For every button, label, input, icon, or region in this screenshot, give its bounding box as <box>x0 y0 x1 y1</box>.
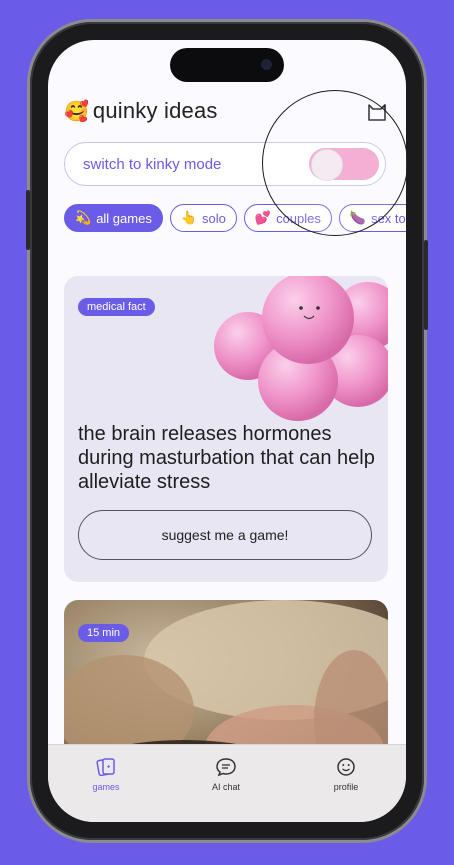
chip-solo[interactable]: 👆 solo <box>169 204 237 232</box>
chip-label: all games <box>96 210 152 226</box>
tab-profile[interactable]: profile <box>311 757 381 792</box>
magnifier-highlight <box>262 90 408 236</box>
duration-badge: 15 min <box>78 624 130 642</box>
logo-emoji: 🥰 <box>64 100 89 123</box>
suggest-game-button[interactable]: suggest me a game! <box>78 510 372 560</box>
tab-label: games <box>92 782 120 792</box>
app-header: 🥰 quinky ideas <box>64 98 218 124</box>
tab-label: profile <box>333 782 359 792</box>
fact-text: the brain releases hormones during mastu… <box>78 423 375 493</box>
tab-ai-chat[interactable]: AI chat <box>191 757 261 792</box>
chip-label: solo <box>202 210 226 226</box>
chip-all-games[interactable]: 💫 all games <box>64 204 163 232</box>
phone-side-button <box>26 190 30 250</box>
pink-blob-illustration <box>214 276 388 421</box>
mode-toggle-label: switch to kinky mode <box>83 156 222 173</box>
camera-icon <box>261 59 272 70</box>
tab-games[interactable]: games <box>71 757 141 792</box>
bottom-tab-bar: games AI chat profile <box>48 744 406 822</box>
chat-bubble-icon <box>216 758 236 777</box>
sparkle-icon: 💫 <box>75 210 92 225</box>
app-title: quinky ideas <box>92 98 218 123</box>
smiley-icon <box>337 758 355 776</box>
medical-fact-card: medical fact the brain releases hormones… <box>64 276 388 582</box>
hearts-icon: 💕 <box>254 210 272 225</box>
phone-power-button <box>424 240 428 330</box>
medical-fact-badge: medical fact <box>78 298 155 316</box>
dynamic-island <box>170 48 284 82</box>
pointing-hand-icon: 👆 <box>180 210 198 225</box>
tab-label: AI chat <box>211 782 240 792</box>
cards-icon <box>96 758 115 777</box>
